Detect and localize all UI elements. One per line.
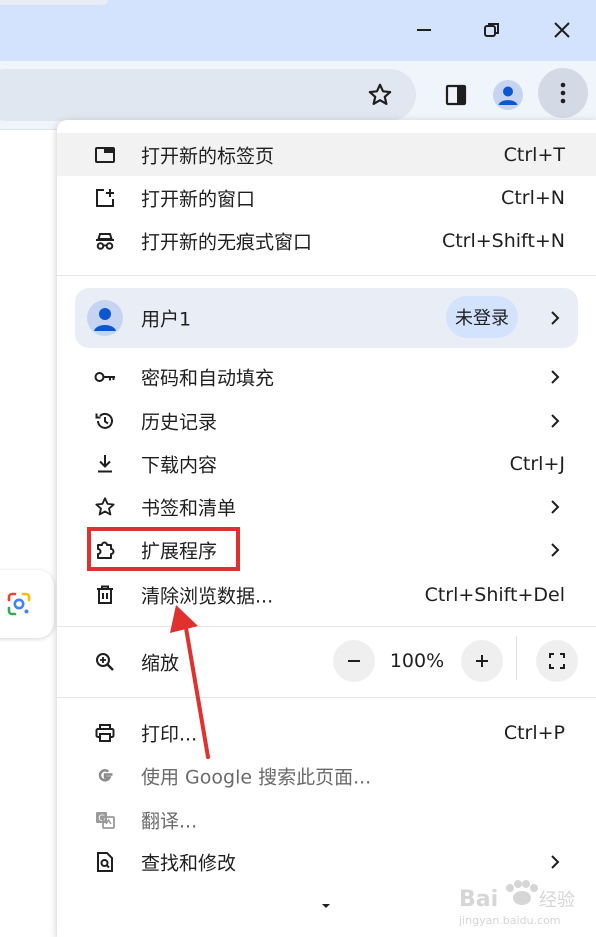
title-bar [0,0,596,61]
history-icon [93,409,117,433]
profile-name: 用户1 [141,308,192,331]
menu-separator [57,626,596,627]
find-in-page-icon [93,850,117,874]
zoom-value: 100% [389,650,445,672]
incognito-icon [93,229,117,253]
menu-item-label: 打印... [141,723,198,745]
close-button[interactable] [540,8,584,52]
menu-item-label: 清除浏览数据... [141,585,274,607]
menu-item-label: 使用 Google 搜索此页面... [141,766,372,788]
menu-item-clear-browsing-data[interactable]: 清除浏览数据... Ctrl+Shift+Del [57,573,596,616]
scroll-down-caret-icon[interactable] [319,896,333,908]
watermark-url: jingyan.baidu.com [458,914,561,927]
menu-item-label: 查找和修改 [141,852,237,874]
profile-row[interactable]: 用户1 未登录 [75,288,578,348]
tab-strip-edge [0,0,108,5]
key-icon [93,365,117,389]
menu-item-shortcut: Ctrl+J [509,452,565,475]
menu-item-label: 书签和清单 [141,497,237,519]
svg-text:G: G [98,814,105,824]
menu-item-search-with-google[interactable]: 使用 Google 搜索此页面... [57,754,596,797]
zoom-in-button[interactable] [461,640,503,682]
google-lens-icon [7,592,31,616]
zoom-label: 缩放 [141,652,180,674]
minus-icon [348,660,360,662]
chevron-right-icon [548,540,562,560]
user-avatar-icon [87,300,123,336]
signin-status-badge[interactable]: 未登录 [446,296,518,338]
minimize-icon [417,29,431,31]
menu-item-downloads[interactable]: 下载内容 Ctrl+J [57,442,596,485]
chevron-right-icon [548,367,562,387]
menu-item-label: 历史记录 [141,411,218,433]
profile-avatar-icon[interactable] [492,79,524,111]
menu-item-shortcut: Ctrl+N [501,186,565,209]
chevron-right-icon [548,497,562,517]
minimize-button[interactable] [402,8,446,52]
menu-item-label: 打开新的无痕式窗口 [141,231,313,253]
close-icon [554,22,570,38]
chevron-right-icon [548,308,562,328]
new-tab-icon [93,143,117,167]
menu-separator [57,697,596,698]
highlight-box [87,527,240,571]
baidu-watermark: Bai 经验 jingyan.baidu.com [455,874,587,930]
print-icon [93,721,117,745]
side-panel-icon[interactable] [440,79,472,111]
trash-icon [93,583,117,607]
new-window-icon [93,186,117,210]
menu-item-history[interactable]: 历史记录 [57,399,596,442]
menu-item-label: 密码和自动填充 [141,367,275,389]
svg-text:Bai: Bai [459,887,498,912]
bookmark-star-icon[interactable] [364,79,396,111]
menu-item-bookmarks[interactable]: 书签和清单 [57,485,596,528]
menu-item-passwords[interactable]: 密码和自动填充 [57,355,596,398]
menu-item-shortcut: Ctrl+Shift+N [441,229,565,252]
restore-button[interactable] [470,8,514,52]
menu-item-label: 打开新的标签页 [141,145,275,167]
plus-icon [476,655,488,667]
zoom-divider [516,636,517,680]
google-icon [93,764,117,788]
restore-icon [484,23,499,37]
menu-item-new-tab[interactable]: 打开新的标签页 Ctrl+T [57,133,596,176]
svg-text:经验: 经验 [539,890,575,911]
chevron-right-icon [548,411,562,431]
download-icon [93,452,117,476]
fullscreen-button[interactable] [536,640,578,682]
more-menu-button[interactable] [538,68,588,118]
menu-item-shortcut: Ctrl+Shift+Del [424,583,565,606]
menu-item-shortcut: Ctrl+T [503,143,565,166]
more-vert-icon [560,82,566,104]
address-bar[interactable] [0,69,416,121]
menu-item-translate[interactable]: G 翻译... [57,798,596,841]
menu-separator [57,275,596,276]
chevron-right-icon [548,852,562,872]
menu-item-label: 打开新的窗口 [141,188,256,210]
fullscreen-icon [549,653,565,669]
google-lens-button[interactable] [0,570,54,638]
menu-item-new-incognito[interactable]: 打开新的无痕式窗口 Ctrl+Shift+N [57,219,596,262]
menu-item-label: 翻译... [141,810,198,832]
menu-item-print[interactable]: 打印... Ctrl+P [57,711,596,754]
menu-item-shortcut: Ctrl+P [503,721,565,744]
zoom-icon [93,650,117,674]
zoom-out-button[interactable] [333,640,375,682]
menu-item-label: 下载内容 [141,454,218,476]
translate-icon: G [93,808,117,832]
menu-item-new-window[interactable]: 打开新的窗口 Ctrl+N [57,176,596,219]
star-icon [93,495,117,519]
